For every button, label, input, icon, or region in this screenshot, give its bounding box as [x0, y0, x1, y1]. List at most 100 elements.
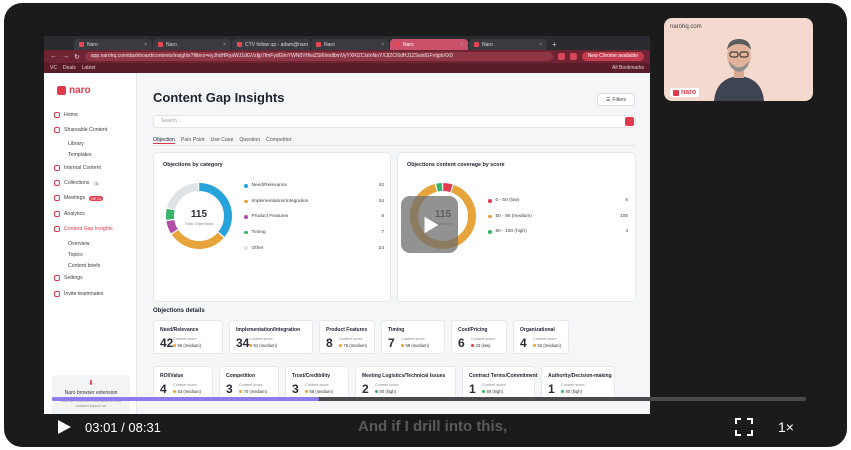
objection-name: Trust/Credibility: [292, 373, 331, 379]
score-label: Content score: [482, 383, 506, 387]
tab-favicon-icon: [474, 42, 479, 47]
insight-type-tab: Competitor: [266, 137, 292, 143]
insight-type-tab: Question: [239, 137, 261, 143]
close-icon: ×: [460, 41, 463, 48]
score-value: 80 (high): [482, 389, 503, 394]
donut-total-label: Total Objections: [184, 221, 214, 226]
naro-logo: naro: [57, 85, 91, 96]
objection-count: 8: [326, 336, 333, 350]
video-player[interactable]: Naro×Naro×CTV follow up - adam@naro×Naro…: [4, 3, 847, 447]
close-icon: ×: [223, 41, 226, 48]
legend-item: Timing 7: [244, 225, 384, 241]
time-display: 03:01 / 08:31: [85, 420, 161, 435]
browser-tab: Naro ×: [311, 39, 389, 50]
score-dot: [249, 344, 252, 347]
url-field: app.narohq.com/dashboard/contents/insigh…: [84, 52, 553, 61]
objection-name: Meeting Logistics/Technical Issues: [362, 373, 446, 379]
sidebar-item: Settings: [54, 273, 132, 284]
bookmark-item: Deals: [62, 65, 76, 71]
legend-value: 105: [619, 213, 628, 219]
objection-name: Need/Relevance: [160, 327, 199, 333]
objection-count: 3: [226, 382, 233, 396]
browser-tab-bar: Naro×Naro×CTV follow up - adam@naro×Naro…: [44, 36, 650, 50]
close-icon: ×: [381, 41, 384, 48]
legend-item: 50 - 80 (medium) 105: [488, 209, 628, 225]
legend-dot: [244, 230, 248, 235]
page-title: Content Gap Insights: [153, 90, 285, 105]
sidebar-item: Templates: [68, 152, 92, 159]
legend-dot: [488, 230, 492, 234]
objection-name: Product Features: [326, 327, 368, 333]
legend-item: Other 24: [244, 240, 384, 256]
sidebar-item: Overview: [68, 240, 90, 247]
close-icon: ×: [144, 41, 147, 48]
objection-detail-card: ROI/Value 4 Content score 63 (medium): [153, 366, 213, 400]
play-icon: [424, 216, 438, 233]
presenter-camera: narohq.com naro: [664, 18, 813, 101]
browser-tab: Naro ×: [74, 39, 152, 50]
score-value: 61 (medium): [249, 343, 277, 348]
legend-item: 80 - 100 (high) 4: [488, 224, 628, 240]
score-value: 43 (low): [471, 343, 490, 348]
objection-detail-card: Meeting Logistics/Technical Issues 2 Conte…: [355, 366, 456, 400]
camera-domain: narohq.com: [670, 24, 702, 30]
caption-text: And if I drill into this,: [353, 415, 513, 439]
naro-logo-icon: [673, 89, 679, 96]
back-icon: ←: [50, 53, 57, 60]
score-value: 63 (medium): [173, 389, 201, 394]
browser-tab: Naro ×: [390, 39, 468, 50]
objection-detail-card: Organizational 4 Content score 52 (medium): [513, 320, 569, 354]
objection-count: 2: [362, 382, 369, 396]
score-value: 52 (medium): [533, 343, 561, 348]
filter-icon: ☰: [605, 96, 611, 103]
fullscreen-icon[interactable]: [735, 418, 753, 436]
sidebar-item: Topics: [68, 251, 83, 258]
tab-favicon-icon: [237, 42, 242, 47]
nav-icon: [54, 195, 60, 202]
nav-icon: [54, 226, 60, 233]
score-value: 80 (high): [375, 389, 396, 394]
browser-tab: CTV follow up - adam@naro×: [232, 39, 310, 50]
objection-detail-card: Product Features 8 Content score 75 (medium…: [319, 320, 375, 354]
legend-value: 34: [378, 198, 384, 204]
legend-item: Need/Relevance 42: [244, 178, 384, 194]
score-dot: [561, 390, 564, 393]
sidebar-item: Meetings BETA: [54, 193, 132, 204]
insight-type-tabs: Objection Pain Point Use Case Question Compe…: [153, 137, 292, 144]
bookmarks-bar: VC Deals Latest All Bookmarks: [44, 63, 650, 73]
score-label: Content score: [173, 383, 197, 387]
video-progress-fill: [52, 397, 319, 401]
objections-by-category-card: Objections by category 115 Total Objecti…: [153, 152, 391, 302]
presenter-avatar: [714, 39, 764, 101]
tab-favicon-icon: [316, 42, 321, 47]
video-progress-bar[interactable]: [52, 397, 806, 401]
objection-name: Competition: [226, 373, 256, 379]
objection-name: Cost/Pricing: [458, 327, 488, 333]
center-play-button[interactable]: [401, 196, 458, 253]
score-value: 58 (medium): [401, 343, 429, 348]
extension-title: Naro browser extension: [64, 390, 118, 396]
objection-count: 4: [520, 336, 527, 350]
browser-tab: Naro ×: [469, 39, 547, 50]
objection-name: Authority/Decision-making: [548, 373, 612, 379]
score-dot: [533, 344, 536, 347]
score-dot: [482, 390, 485, 393]
playback-speed-button[interactable]: 1×: [778, 419, 794, 435]
objection-name: Timing: [388, 327, 405, 333]
filters-button: ☰ Filters: [597, 93, 635, 106]
browser-tab: Naro ×: [153, 39, 231, 50]
extension-icon: [569, 53, 577, 60]
new-tab-icon: +: [552, 40, 557, 49]
coverage-legend: 0 - 50 (low) 6 50 - 80 (medium) 105 80 - 100…: [488, 193, 628, 240]
nav-icon: [54, 275, 60, 282]
score-label: Content score: [339, 337, 363, 341]
score-value: 75 (medium): [339, 343, 367, 348]
objection-count: 34: [236, 336, 250, 350]
category-legend: Need/Relevance 42 Implementation/Integrati…: [244, 178, 384, 256]
objection-detail-card: Trust/Credibility 3 Content score 68 (mediu…: [285, 366, 349, 400]
score-label: Content score: [239, 383, 263, 387]
extension-promo: ⬇ Naro browser extension Use our Chrome …: [52, 375, 130, 414]
play-button[interactable]: [56, 419, 72, 435]
details-title: Objections details: [153, 308, 205, 314]
legend-value: 4: [625, 229, 628, 235]
